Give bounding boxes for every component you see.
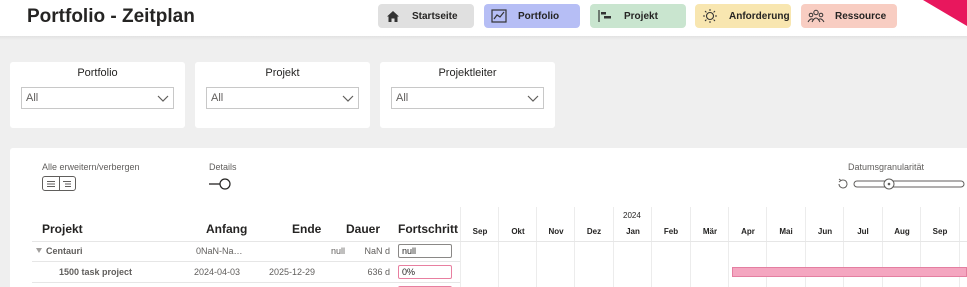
month-header: Jul — [857, 227, 869, 236]
chevron-down-icon — [153, 88, 173, 108]
row-divider — [32, 282, 460, 283]
grid-line — [613, 207, 614, 287]
slicer-title: Projekt — [265, 67, 300, 79]
nav-label: Anforderung — [729, 10, 790, 22]
lightbulb-icon — [701, 8, 719, 24]
chart-icon — [490, 8, 508, 24]
row-divider — [32, 261, 460, 262]
dropdown-value: All — [211, 92, 224, 104]
expand-icon — [43, 177, 59, 190]
column-header-ende[interactable]: Ende — [292, 222, 321, 236]
row-end: 2025-12-29 — [269, 267, 316, 277]
dropdown-value: All — [26, 92, 39, 104]
home-icon — [384, 8, 402, 24]
grid-line — [728, 207, 729, 287]
grid-line — [651, 207, 652, 287]
gantt-visual: Alle erweitern/verbergen Details Datumsg… — [10, 148, 967, 287]
month-header: Aug — [894, 227, 910, 236]
nav-button-projekt[interactable]: Projekt — [590, 4, 686, 28]
row-start: 2024-04-03 — [194, 267, 241, 277]
expand-collapse-button[interactable] — [42, 176, 76, 191]
row-project-name: 1500 task project — [59, 267, 133, 277]
slicer-title: Projektleiter — [438, 67, 497, 79]
column-header-fortschritt[interactable]: Fortschritt — [398, 222, 458, 236]
row-duration: 636 d — [367, 267, 390, 277]
column-header-projekt[interactable]: Projekt — [42, 222, 83, 236]
progress-field[interactable]: null — [398, 244, 452, 258]
row-end: null — [330, 246, 345, 256]
row-duration: NaN d — [364, 246, 390, 256]
accent-corner — [923, 0, 967, 26]
month-header: Mai — [779, 227, 793, 236]
nav-label: Portfolio — [518, 10, 560, 22]
progress-field[interactable]: 0% — [398, 265, 452, 279]
month-header: Apr — [741, 227, 755, 236]
column-header-anfang[interactable]: Anfang — [206, 222, 247, 236]
column-header-dauer[interactable]: Dauer — [346, 222, 380, 236]
details-label: Details — [209, 162, 237, 172]
month-header: Mär — [702, 227, 718, 236]
grid-line — [536, 207, 537, 287]
gantt-bar[interactable] — [732, 267, 967, 277]
details-toggle[interactable] — [208, 177, 232, 190]
portfolio-dropdown[interactable]: All — [21, 87, 174, 109]
chevron-down-icon — [523, 88, 543, 108]
expand-label: Alle erweitern/verbergen — [42, 162, 140, 172]
gantt-icon — [596, 8, 614, 24]
header-shadow — [0, 36, 967, 40]
slicer-projekt: Projekt All — [195, 62, 370, 128]
dropdown-value: All — [396, 92, 409, 104]
chevron-down-icon — [338, 88, 358, 108]
nav-label: Startseite — [412, 10, 458, 22]
month-header: Feb — [663, 227, 679, 236]
nav-button-ressource[interactable]: Ressource — [801, 4, 897, 28]
month-header: Sep — [472, 227, 488, 236]
grid-line — [460, 207, 461, 287]
grid-line — [498, 207, 499, 287]
year-label: 2024 — [623, 211, 641, 220]
row-start: 0NaN-Na… — [196, 246, 243, 256]
page-title: Portfolio - Zeitplan — [27, 6, 195, 27]
nav-label: Ressource — [835, 10, 887, 22]
expand-row-icon[interactable] — [35, 246, 43, 256]
granularity-slider[interactable] — [836, 177, 966, 191]
granularity-label: Datumsgranularität — [848, 162, 925, 172]
month-header: Jan — [626, 227, 640, 236]
month-header: Dez — [586, 227, 602, 236]
slicer-projektleiter: Projektleiter All — [380, 62, 555, 128]
collapse-icon — [58, 177, 76, 190]
people-icon — [807, 8, 825, 24]
month-header: Sep — [932, 227, 948, 236]
nav-button-anforderung[interactable]: Anforderung — [695, 4, 791, 28]
grid-line — [574, 207, 575, 287]
month-header: Okt — [511, 227, 525, 236]
nav-label: Projekt — [624, 10, 658, 22]
row-project-name: Centauri — [46, 246, 83, 256]
slicer-title: Portfolio — [77, 67, 118, 79]
nav-button-portfolio[interactable]: Portfolio — [484, 4, 580, 28]
projekt-dropdown[interactable]: All — [206, 87, 359, 109]
nav-button-startseite[interactable]: Startseite — [378, 4, 474, 28]
month-header: Nov — [548, 227, 564, 236]
reset-icon — [838, 178, 848, 189]
slicer-portfolio: Portfolio All — [10, 62, 185, 128]
header-divider — [32, 241, 967, 242]
month-header: Jun — [817, 227, 833, 236]
grid-line — [690, 207, 691, 287]
top-bar: Portfolio - Zeitplan Startseite Portfoli… — [0, 0, 967, 36]
projektleiter-dropdown[interactable]: All — [391, 87, 544, 109]
